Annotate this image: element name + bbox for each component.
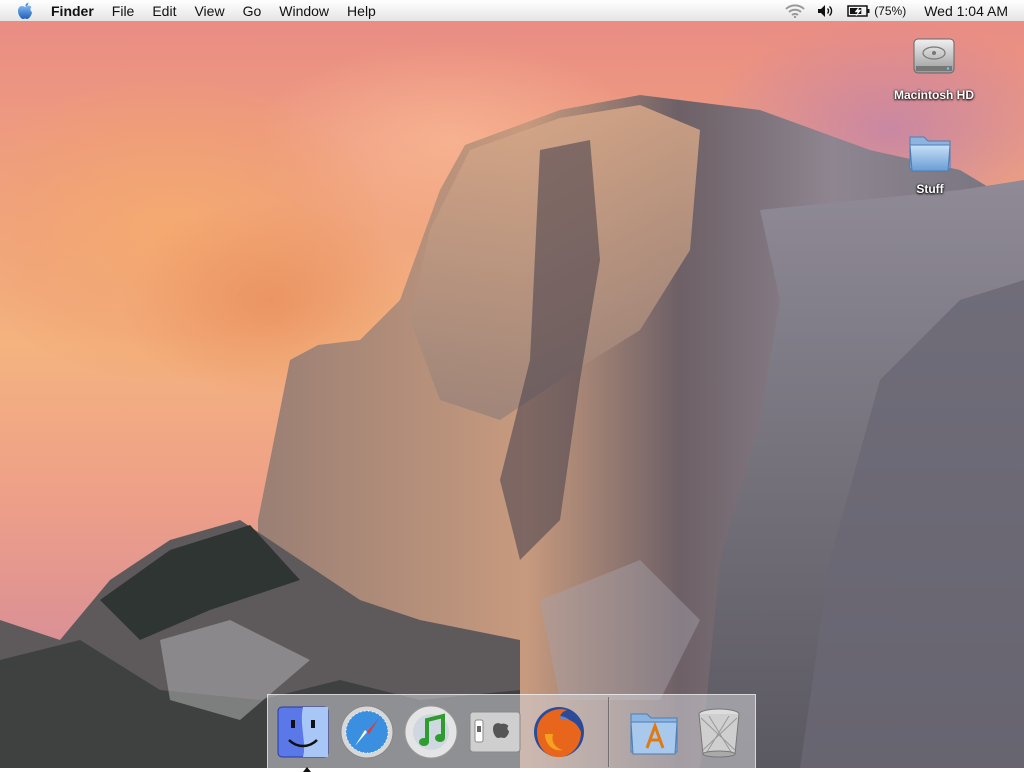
battery-menu[interactable]: (75%): [847, 0, 906, 22]
desktop-icon-stuff[interactable]: Stuff: [880, 129, 980, 196]
apple-menu[interactable]: [8, 0, 42, 22]
system-preferences-icon: [469, 711, 521, 753]
safari-icon: [340, 705, 394, 759]
menu-finder[interactable]: Finder: [42, 0, 103, 22]
menu-clock[interactable]: Wed 1:04 AM: [924, 3, 1008, 19]
menu-edit[interactable]: Edit: [143, 0, 185, 22]
menu-file[interactable]: File: [103, 0, 144, 22]
menu-go[interactable]: Go: [234, 0, 271, 22]
dock-item-trash[interactable]: [688, 701, 750, 763]
dock-item-itunes[interactable]: [400, 701, 462, 763]
mountain-image: [0, 95, 1024, 768]
folder-icon: [909, 136, 951, 172]
menu-bar: Finder File Edit View Go Window Help (75…: [0, 0, 1024, 22]
volume-icon: [818, 4, 833, 17]
dock-separator: [608, 697, 610, 767]
dock-item-applications[interactable]: [624, 701, 686, 763]
applications-folder-icon: [630, 713, 678, 755]
desktop-icon-label: Macintosh HD: [893, 88, 974, 102]
battery-charging-icon: [847, 4, 870, 17]
wifi-icon: [785, 3, 805, 18]
itunes-icon: [404, 705, 458, 759]
battery-percent: (75%): [874, 3, 907, 18]
menu-window[interactable]: Window: [270, 0, 338, 22]
finder-icon: [277, 706, 329, 758]
desktop-wallpaper[interactable]: [0, 0, 1024, 768]
dock-item-safari[interactable]: [336, 701, 398, 763]
volume-menu[interactable]: [817, 0, 835, 22]
dock-item-firefox[interactable]: [528, 701, 590, 763]
wifi-menu[interactable]: [785, 0, 805, 22]
menu-help[interactable]: Help: [338, 0, 385, 22]
hard-drive-icon: [913, 38, 955, 74]
desktop-icon-label: Stuff: [916, 182, 944, 196]
apple-icon: [18, 2, 32, 19]
firefox-icon: [534, 707, 584, 758]
dock: [267, 694, 756, 772]
menu-view[interactable]: View: [185, 0, 233, 22]
dock-item-system-preferences[interactable]: [464, 701, 526, 763]
trash-icon: [698, 708, 740, 758]
desktop-icon-macintosh-hd[interactable]: Macintosh HD: [884, 33, 984, 102]
dock-item-finder[interactable]: [272, 701, 334, 772]
